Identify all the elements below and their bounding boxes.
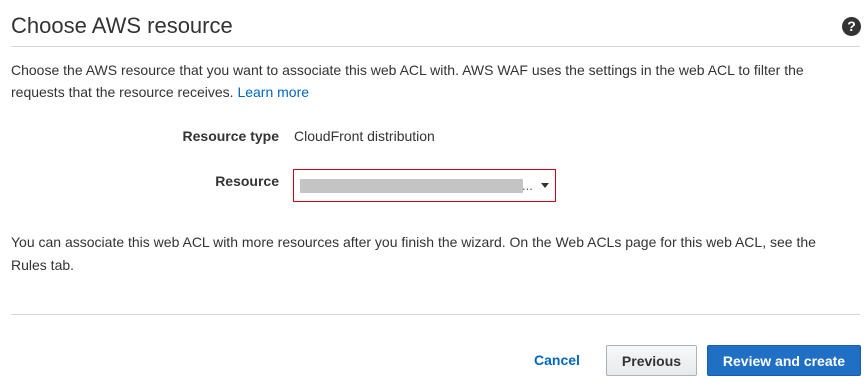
previous-button[interactable]: Previous — [606, 345, 697, 376]
description-text: Choose the AWS resource that you want to… — [11, 62, 804, 100]
resource-type-label: Resource type — [182, 128, 279, 144]
resource-select[interactable]: ... — [293, 169, 556, 202]
page-title: Choose AWS resource — [11, 13, 233, 38]
question-circle-icon[interactable]: ? — [842, 17, 861, 36]
review-and-create-button[interactable]: Review and create — [707, 345, 861, 376]
header-divider — [11, 46, 860, 47]
resource-label: Resource — [215, 173, 279, 189]
description: Choose the AWS resource that you want to… — [11, 59, 851, 103]
resource-type-value: CloudFront distribution — [294, 128, 435, 144]
redacted-selected-value — [300, 179, 523, 193]
choose-resource-panel: Choose AWS resource ? Choose the AWS res… — [0, 0, 868, 384]
chevron-down-icon — [541, 183, 549, 188]
learn-more-link[interactable]: Learn more — [237, 84, 309, 100]
association-note: You can associate this web ACL with more… — [11, 234, 816, 273]
select-ellipsis: ... — [522, 178, 533, 193]
cancel-button[interactable]: Cancel — [526, 344, 588, 375]
footer-divider — [11, 314, 860, 315]
